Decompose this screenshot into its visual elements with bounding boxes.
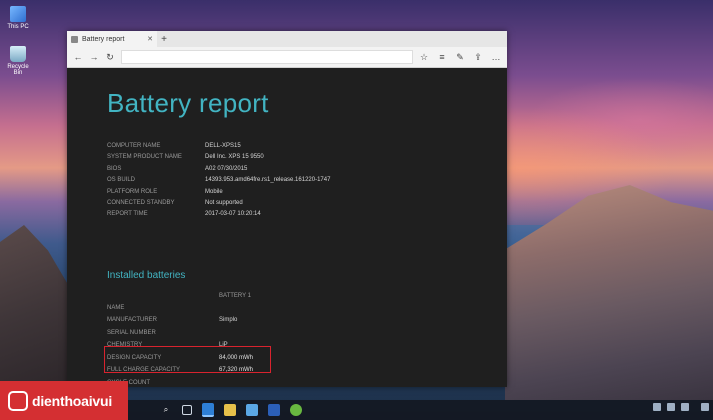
page-icon <box>71 35 78 43</box>
battery-column-header: BATTERY 1 <box>219 292 252 299</box>
battery-label: NAME <box>107 304 125 311</box>
battery-value: Simplo <box>219 317 238 324</box>
info-label: PLATFORM ROLE <box>107 188 158 195</box>
installed-batteries-heading: Installed batteries <box>107 269 186 281</box>
forward-icon[interactable]: → <box>89 52 99 62</box>
battery-row: SERIAL NUMBER <box>107 327 467 340</box>
search-icon[interactable]: ⌕ <box>160 404 172 416</box>
browser-window: Battery report ✕ + ← → ↻ ☆ ≡ ✎ ⇪ … Batte… <box>67 31 507 387</box>
desktop-icon-recycle-bin[interactable]: Recycle Bin <box>4 46 32 76</box>
taskbar-apps: ⌕ <box>160 403 302 417</box>
watermark-text: dienthoaivui <box>32 392 113 409</box>
task-view-icon[interactable] <box>182 405 192 415</box>
info-value: A02 07/30/2015 <box>205 165 248 172</box>
computer-icon <box>10 6 26 22</box>
info-value: 2017-03-07 10:20:14 <box>205 211 261 218</box>
info-row: BIOS A02 07/30/2015 <box>107 164 467 175</box>
back-icon[interactable]: ← <box>73 52 83 62</box>
more-icon[interactable]: … <box>491 52 501 62</box>
battery-table: NAME MANUFACTURER Simplo SERIAL NUMBER C… <box>107 302 467 387</box>
share-icon[interactable]: ⇪ <box>473 52 483 62</box>
xbox-icon[interactable] <box>290 404 302 416</box>
info-row: COMPUTER NAME DELL-XPS15 <box>107 141 467 152</box>
tab-battery-report[interactable]: Battery report ✕ <box>67 31 157 47</box>
battery-label: SERIAL NUMBER <box>107 329 156 336</box>
info-value: Mobile <box>205 188 223 195</box>
favorite-star-icon[interactable]: ☆ <box>419 52 429 62</box>
battery-row: NAME <box>107 302 467 315</box>
report-content: Battery report COMPUTER NAME DELL-XPS15 … <box>67 68 507 387</box>
desktop-icon-label: This PC <box>7 24 29 30</box>
hub-icon[interactable]: ≡ <box>437 52 447 62</box>
new-tab-button[interactable]: + <box>157 34 171 45</box>
capacity-highlight-box <box>104 346 271 373</box>
page-title: Battery report <box>107 88 269 118</box>
tab-label: Battery report <box>82 35 125 43</box>
info-label: COMPUTER NAME <box>107 143 161 149</box>
network-icon[interactable] <box>653 403 661 411</box>
battery-row: CYCLE COUNT <box>107 377 467 387</box>
volume-icon[interactable] <box>667 403 675 411</box>
desktop-icon-label: Recycle Bin <box>7 64 29 76</box>
info-value: Not supported <box>205 200 243 207</box>
system-info-table: COMPUTER NAME DELL-XPS15 SYSTEM PRODUCT … <box>107 141 467 221</box>
info-value: DELL-XPS15 <box>205 143 241 149</box>
edge-icon[interactable] <box>202 403 214 417</box>
info-value: 14393.953.amd64fre.rs1_release.161220-17… <box>205 177 331 184</box>
rocks-right <box>505 185 713 400</box>
info-label: OS BUILD <box>107 177 136 184</box>
address-bar[interactable] <box>121 50 413 64</box>
info-row: SYSTEM PRODUCT NAME Dell Inc. XPS 15 955… <box>107 152 467 163</box>
info-label: CONNECTED STANDBY <box>107 200 175 207</box>
battery-icon[interactable] <box>681 403 689 411</box>
watermark-icon <box>8 390 28 411</box>
info-row: REPORT TIME 2017-03-07 10:20:14 <box>107 209 467 220</box>
info-value: Dell Inc. XPS 15 9550 <box>205 154 264 161</box>
system-tray <box>653 403 709 411</box>
close-tab-icon[interactable]: ✕ <box>147 35 153 43</box>
info-row: OS BUILD 14393.953.amd64fre.rs1_release.… <box>107 175 467 186</box>
battery-row: MANUFACTURER Simplo <box>107 314 467 327</box>
store-icon[interactable] <box>246 404 258 416</box>
tab-bar: Battery report ✕ + <box>67 31 507 47</box>
info-row: CONNECTED STANDBY Not supported <box>107 198 467 209</box>
recycle-bin-icon <box>10 46 26 62</box>
refresh-icon[interactable]: ↻ <box>105 52 115 62</box>
info-label: BIOS <box>107 165 122 172</box>
annotate-icon[interactable]: ✎ <box>455 52 465 62</box>
watermark-logo: dienthoaivui <box>0 381 128 420</box>
notification-icon[interactable] <box>701 403 709 411</box>
file-explorer-icon[interactable] <box>224 404 236 416</box>
navigation-bar: ← → ↻ ☆ ≡ ✎ ⇪ … <box>67 47 507 68</box>
desktop-icon-this-pc[interactable]: This PC <box>4 6 32 30</box>
toolbar: ☆ ≡ ✎ ⇪ … <box>419 52 501 62</box>
info-label: REPORT TIME <box>107 211 148 218</box>
media-icon[interactable] <box>268 404 280 416</box>
info-row: PLATFORM ROLE Mobile <box>107 187 467 198</box>
info-label: SYSTEM PRODUCT NAME <box>107 154 182 161</box>
battery-label: MANUFACTURER <box>107 317 158 324</box>
